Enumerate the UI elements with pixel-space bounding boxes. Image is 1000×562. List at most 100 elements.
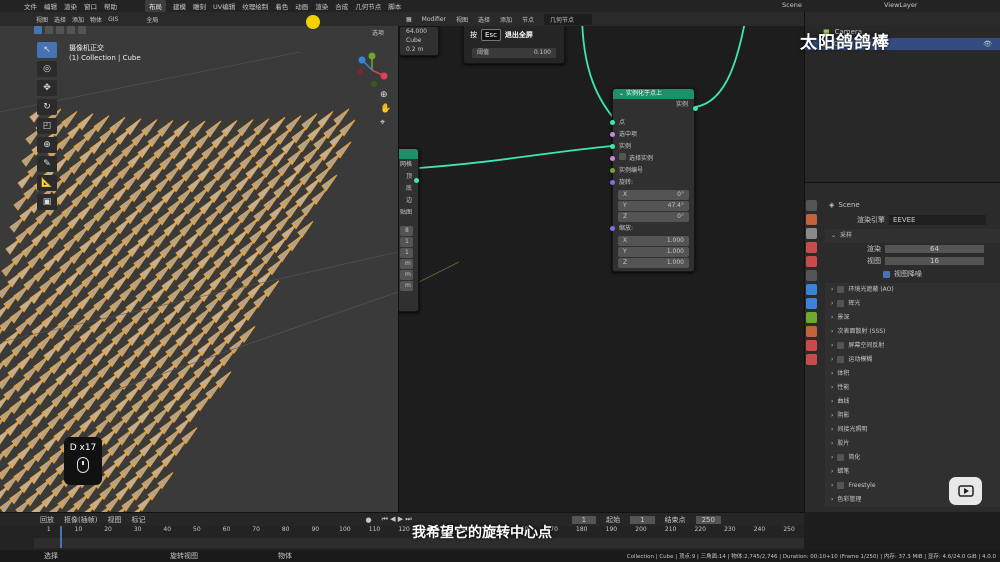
camera-view-icon[interactable]: ⌖ (380, 118, 391, 128)
record-button[interactable]: ● (365, 516, 371, 524)
property-tab-icon[interactable] (806, 326, 817, 337)
node-group-field[interactable]: 几何节点 (544, 13, 593, 25)
rotation-x-field[interactable]: X 0° (618, 190, 689, 200)
view-layer-selector[interactable]: ViewLayer (884, 1, 918, 9)
properties-panel-item[interactable]: › 胶片 (825, 437, 1000, 451)
annotate-icon[interactable]: ✎ (37, 156, 57, 172)
video-play-icon[interactable] (949, 477, 982, 505)
properties-editor[interactable]: ◈ Scene 渲染引擎 EEVEE ⌄ 采样 渲染 64 视图 16 视图降噪… (804, 182, 1000, 512)
tab-uv-editing[interactable]: UV编辑 (213, 1, 235, 11)
menu-window[interactable]: 窗口 (84, 1, 97, 11)
value-popup[interactable]: 64.000 Cube 0.2 m (399, 26, 439, 56)
properties-panel-item[interactable]: › 次表面散射 (SSS) (825, 325, 1000, 339)
properties-panel-item[interactable]: › 辉光 (825, 297, 1000, 311)
param-field[interactable]: 1 (400, 237, 413, 247)
properties-panel-item[interactable]: › 曲线 (825, 395, 1000, 409)
tab-shading[interactable]: 着色 (275, 1, 288, 11)
properties-panel-item[interactable]: › 屏幕空间反射 (825, 339, 1000, 353)
properties-panel-item[interactable]: › 体积 (825, 367, 1000, 381)
property-tab-icon[interactable] (806, 340, 817, 351)
select-invert-icon[interactable] (67, 26, 75, 34)
property-tab-icon[interactable] (806, 312, 817, 323)
rotation-y-field[interactable]: Y 47.4° (618, 201, 689, 211)
transform-orientation-dropdown[interactable]: 全局 (146, 15, 158, 24)
viewport-menu-gis[interactable]: GIS (108, 16, 118, 23)
visibility-eye-icon[interactable]: 👁 (983, 38, 992, 50)
property-tab-icon[interactable] (806, 242, 817, 253)
viewport-menu-select[interactable]: 选择 (54, 15, 66, 24)
menu-file[interactable]: 文件 (24, 1, 37, 11)
timeline-menu-view[interactable]: 视图 (107, 515, 121, 525)
panel-sampling[interactable]: ⌄ 采样 (825, 229, 1000, 243)
property-tab-icon[interactable] (806, 228, 817, 239)
measure-icon[interactable]: 📐 (37, 175, 57, 191)
properties-panel-item[interactable]: › 性能 (825, 381, 1000, 395)
tab-geometry-nodes[interactable]: 几何节点 (355, 1, 381, 11)
threshold-field[interactable]: 阈值 0.100 (472, 48, 556, 58)
rotate-icon[interactable]: ↻ (37, 99, 57, 115)
properties-panel-item[interactable]: › 景深 (825, 311, 1000, 325)
modifier-context[interactable]: Modifier (422, 16, 446, 23)
menu-edit[interactable]: 编辑 (44, 1, 57, 11)
socket-instances-out[interactable] (693, 106, 698, 111)
param-field[interactable]: m (400, 281, 413, 291)
scale-x-field[interactable]: X 1.000 (618, 236, 689, 246)
pick-instance-row[interactable]: 选择实例 (610, 153, 694, 165)
rotation-z-field[interactable]: Z 0° (618, 212, 689, 222)
denoise-checkbox[interactable] (883, 270, 890, 278)
node-menu-select[interactable]: 选择 (478, 15, 490, 24)
tab-layout[interactable]: 布局 (145, 0, 166, 12)
param-field[interactable]: m (400, 259, 413, 269)
properties-panel-item[interactable]: › 间接光照明 (825, 423, 1000, 437)
node-editor[interactable]: 64.000 Cube 0.2 m 按 Esc 退出全屏 阈值 0.100 网格… (398, 12, 804, 512)
viewport-menu-add[interactable]: 添加 (72, 15, 84, 24)
param-field[interactable]: 1 (400, 248, 413, 258)
scale-y-field[interactable]: Y 1.000 (618, 247, 689, 257)
select-cursor-icon[interactable]: ↖ (37, 42, 57, 58)
scale-icon[interactable]: ◰ (37, 118, 57, 134)
editor-type-dropdown[interactable]: ▦ (406, 16, 412, 23)
scene-selector[interactable]: Scene (782, 1, 802, 9)
viewport-menu-object[interactable]: 物体 (90, 15, 102, 24)
param-field[interactable]: m (400, 270, 413, 280)
add-cube-icon[interactable]: ▣ (37, 194, 57, 210)
select-extend-icon[interactable] (45, 26, 53, 34)
menu-help[interactable]: 帮助 (104, 1, 117, 11)
render-samples-field[interactable]: 64 (885, 245, 984, 253)
tab-sculpting[interactable]: 雕刻 (193, 1, 206, 11)
scale-z-field[interactable]: Z 1.000 (618, 258, 689, 268)
current-frame-field[interactable]: 1 (571, 515, 597, 524)
property-tab-icon[interactable] (806, 214, 817, 225)
property-tab-icon[interactable] (806, 298, 817, 309)
node-menu-view[interactable]: 视图 (456, 15, 468, 24)
select-box-mode-icon[interactable] (34, 26, 42, 34)
menu-render[interactable]: 渲染 (64, 1, 77, 11)
property-tab-icon[interactable] (806, 354, 817, 365)
property-tab-icon[interactable] (806, 256, 817, 267)
navigation-gizmo[interactable] (352, 50, 392, 90)
zoom-icon[interactable]: ⊕ (380, 90, 391, 100)
tab-animation[interactable]: 动画 (295, 1, 308, 11)
property-tab-icon[interactable] (806, 270, 817, 281)
param-field[interactable]: 8 (400, 226, 413, 236)
timeline-menu-keying[interactable]: 抠像(插帧) (64, 515, 97, 525)
tab-texture-paint[interactable]: 纹理绘制 (242, 1, 268, 11)
mesh-cone-node[interactable]: 网格 顶 底 边 贴图 8 1 1 m m m (399, 148, 419, 312)
properties-panel-item[interactable]: › 阴影 (825, 409, 1000, 423)
properties-panel-item[interactable]: › 简化 (825, 451, 1000, 465)
select-subtract-icon[interactable] (56, 26, 64, 34)
transform-icon[interactable]: ⊕ (37, 137, 57, 153)
properties-panel-item[interactable]: › 运动模糊 (825, 353, 1000, 367)
tab-rendering[interactable]: 渲染 (315, 1, 328, 11)
playback-controls[interactable]: ⏮ ◀ ▶ ⏭ (382, 515, 412, 524)
instance-on-points-node[interactable]: ⌄ 实例化于点上 实例 点 选中项 实例 选择实例 实例编号 旋转: X 0° Y… (610, 88, 698, 272)
node-menu-add[interactable]: 添加 (500, 15, 512, 24)
start-frame-field[interactable]: 1 (630, 515, 655, 524)
socket-mesh[interactable] (414, 178, 419, 183)
instance-node-header[interactable]: ⌄ 实例化于点上 (613, 89, 694, 99)
pan-hand-icon[interactable]: ✋ (380, 104, 391, 114)
property-tab-icon[interactable] (806, 284, 817, 295)
timeline-menu-marker[interactable]: 标记 (131, 515, 145, 525)
render-engine-dropdown[interactable]: EEVEE (889, 215, 986, 225)
tab-scripting[interactable]: 脚本 (388, 1, 401, 11)
